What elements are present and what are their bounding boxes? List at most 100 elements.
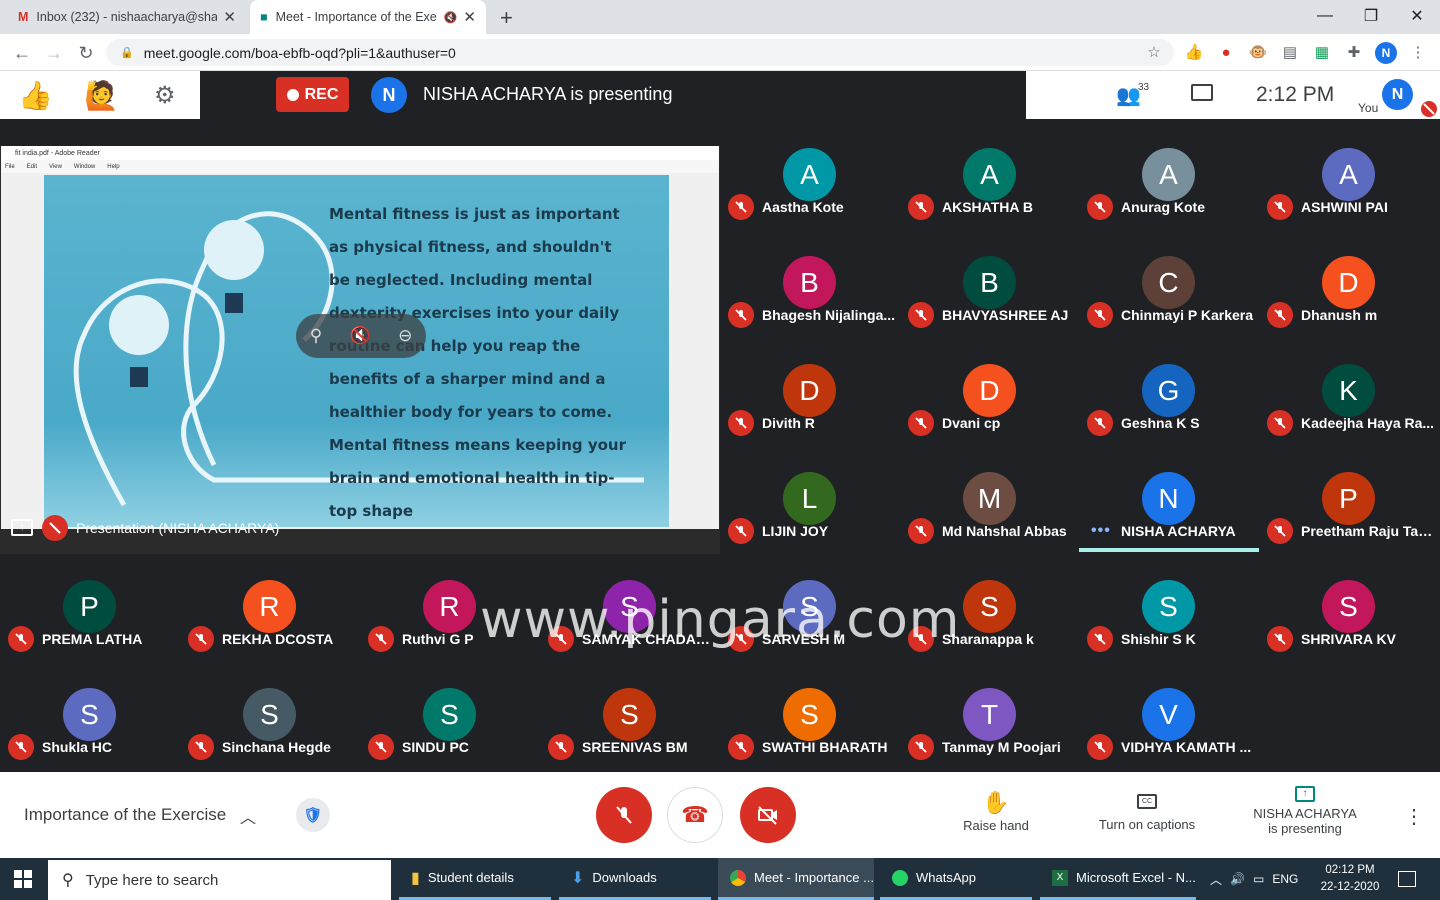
participant-tile[interactable]: K Kadeejha Haya Ra...: [1259, 362, 1439, 470]
mute-tile-icon[interactable]: 🔇: [350, 326, 371, 346]
participant-name: LIJIN JOY: [762, 523, 829, 539]
participant-name: Divith R: [762, 415, 815, 431]
meeting-title[interactable]: Importance of the Exercise: [24, 805, 226, 825]
extension-apple-icon[interactable]: ●: [1216, 42, 1236, 62]
participant-tile[interactable]: A Anurag Kote: [1079, 146, 1259, 254]
close-tab-icon[interactable]: ✕: [463, 8, 476, 26]
mic-off-icon: [1087, 302, 1113, 328]
participant-tile[interactable]: M Md Nahshal Abbas: [900, 470, 1080, 578]
thumbs-up-icon[interactable]: 👍: [18, 79, 53, 112]
chat-icon[interactable]: [1191, 84, 1213, 101]
minimize-icon[interactable]: —: [1302, 0, 1348, 32]
taskbar-date: 22-12-2020: [1320, 881, 1380, 893]
forward-icon[interactable]: →: [42, 42, 66, 64]
leave-call-button[interactable]: ☎: [667, 787, 723, 843]
chevron-up-icon[interactable]: ︿: [240, 804, 256, 828]
taskbar-search-input[interactable]: ⚲ Type here to search: [48, 860, 391, 900]
raise-hand-button[interactable]: ✋ Raise hand: [950, 790, 1042, 833]
participant-tile[interactable]: A ASHWINI PAI: [1259, 146, 1439, 254]
participant-tile[interactable]: S Shishir S K: [1079, 578, 1259, 686]
taskbar-clock[interactable]: 02:12 PM 22-12-2020: [1316, 862, 1384, 896]
notifications-icon[interactable]: [1398, 871, 1416, 887]
participant-tile[interactable]: L LIJIN JOY: [720, 470, 900, 578]
tray-chevron-icon[interactable]: ︿: [1210, 871, 1222, 888]
close-tab-icon[interactable]: ✕: [223, 8, 236, 26]
back-icon[interactable]: ←: [10, 42, 34, 64]
participant-name: Kadeejha Haya Ra...: [1301, 415, 1435, 431]
tab-gmail[interactable]: M Inbox (232) - nishaacharya@shak ✕: [8, 0, 246, 34]
extension-window-icon[interactable]: ▤: [1280, 42, 1300, 62]
participant-tile[interactable]: C Chinmayi P Karkera: [1079, 254, 1259, 362]
participant-tile[interactable]: G Geshna K S: [1079, 362, 1259, 470]
host-controls-shield-icon[interactable]: 🛡: [296, 798, 330, 832]
mic-off-icon: [1267, 410, 1293, 436]
taskbar-item-excel[interactable]: X Microsoft Excel - N...: [1040, 858, 1196, 900]
participant-name: Sinchana Hegde: [222, 739, 331, 755]
participant-tile[interactable]: D Divith R: [720, 362, 900, 470]
windows-start-icon[interactable]: [14, 870, 32, 888]
participant-tile[interactable]: D Dvani cp: [900, 362, 1080, 470]
participant-avatar: S: [1142, 580, 1195, 633]
extension-monkey-icon[interactable]: 🐵: [1248, 42, 1268, 62]
reload-icon[interactable]: ↻: [74, 42, 98, 64]
participant-name: Shishir S K: [1121, 631, 1196, 647]
participant-tile[interactable]: B Bhagesh Nijalinga...: [720, 254, 900, 362]
participant-tile[interactable]: A Aastha Kote: [720, 146, 900, 254]
network-icon[interactable]: ▭: [1253, 872, 1264, 886]
camera-off-icon: [758, 806, 777, 825]
presentation-status-button[interactable]: ↑ NISHA ACHARYA is presenting: [1248, 786, 1362, 836]
extension-hand-icon[interactable]: 👍: [1184, 42, 1204, 62]
participant-tile[interactable]: D Dhanush m: [1259, 254, 1439, 362]
taskbar-item-downloads[interactable]: ⬇ Downloads: [559, 858, 711, 900]
restore-icon[interactable]: ❐: [1348, 0, 1394, 32]
tab-meet[interactable]: ■ Meet - Importance of the Exe 🔇 ✕: [250, 0, 486, 34]
speaking-indicator-icon: •••: [1091, 522, 1111, 539]
more-options-icon[interactable]: ⋮: [1404, 804, 1424, 829]
participant-avatar: R: [423, 580, 476, 633]
self-avatar[interactable]: N: [1382, 79, 1413, 110]
participant-tile[interactable]: P Preetham Raju Tali...: [1259, 470, 1439, 578]
reader-menu-edit: Edit: [26, 163, 38, 170]
raise-hand-person-icon[interactable]: 🙋: [84, 79, 119, 112]
self-mic-off-icon: [1421, 101, 1437, 117]
participant-avatar: S: [783, 688, 836, 741]
extension-sheets-icon[interactable]: ▦: [1312, 42, 1332, 62]
participant-tile[interactable]: B BHAVYASHREE AJ: [900, 254, 1080, 362]
participant-tile[interactable]: P PREMA LATHA: [0, 578, 180, 686]
new-tab-button[interactable]: +: [500, 5, 513, 31]
language-indicator[interactable]: ENG: [1272, 872, 1298, 886]
volume-icon[interactable]: 🔊: [1230, 872, 1245, 886]
taskbar-item-whatsapp[interactable]: WhatsApp: [880, 858, 1032, 900]
participant-tile[interactable]: S SHRIVARA KV: [1259, 578, 1439, 686]
presentation-label: Presentation (NISHA ACHARYA): [76, 520, 280, 536]
settings-gear-icon[interactable]: ⚙: [154, 81, 176, 110]
browser-menu-icon[interactable]: ⋮: [1408, 42, 1428, 62]
taskbar-item-chrome-meet[interactable]: Meet - Importance ...: [718, 858, 874, 900]
mic-toggle-button[interactable]: [596, 787, 652, 843]
minimize-tile-icon[interactable]: ⊖: [398, 326, 412, 346]
profile-avatar[interactable]: N: [1375, 42, 1397, 64]
mic-off-icon: [1087, 410, 1113, 436]
close-window-icon[interactable]: ✕: [1394, 0, 1440, 32]
participant-tile[interactable]: A AKSHATHA B: [900, 146, 1080, 254]
people-count: 33: [1138, 82, 1150, 93]
search-placeholder: Type here to search: [85, 871, 219, 889]
participant-tile[interactable]: R REKHA DCOSTA: [180, 578, 360, 686]
participant-avatar: P: [63, 580, 116, 633]
participant-name: Anurag Kote: [1121, 199, 1205, 215]
url-text: meet.google.com/boa-ebfb-oqd?pli=1&authu…: [143, 44, 456, 61]
pin-icon[interactable]: ⚲: [310, 326, 322, 346]
captions-button[interactable]: CC Turn on captions: [1090, 790, 1204, 832]
url-input[interactable]: 🔒 meet.google.com/boa-ebfb-oqd?pli=1&aut…: [106, 39, 1174, 66]
participant-tile[interactable]: N ••• NISHA ACHARYA: [1079, 470, 1259, 578]
speaker-muted-icon[interactable]: 🔇: [444, 11, 458, 24]
extensions-puzzle-icon[interactable]: ✚: [1344, 42, 1364, 62]
participant-avatar: D: [963, 364, 1016, 417]
participant-avatar: S: [63, 688, 116, 741]
taskbar-item-student-details[interactable]: ▮ Student details: [399, 858, 551, 900]
camera-toggle-button[interactable]: [740, 787, 796, 843]
system-tray: ︿ 🔊 ▭ ENG: [1210, 858, 1298, 900]
participant-avatar: A: [1322, 148, 1375, 201]
participant-name: BHAVYASHREE AJ: [942, 307, 1069, 323]
bookmark-star-icon[interactable]: ☆: [1144, 42, 1164, 62]
